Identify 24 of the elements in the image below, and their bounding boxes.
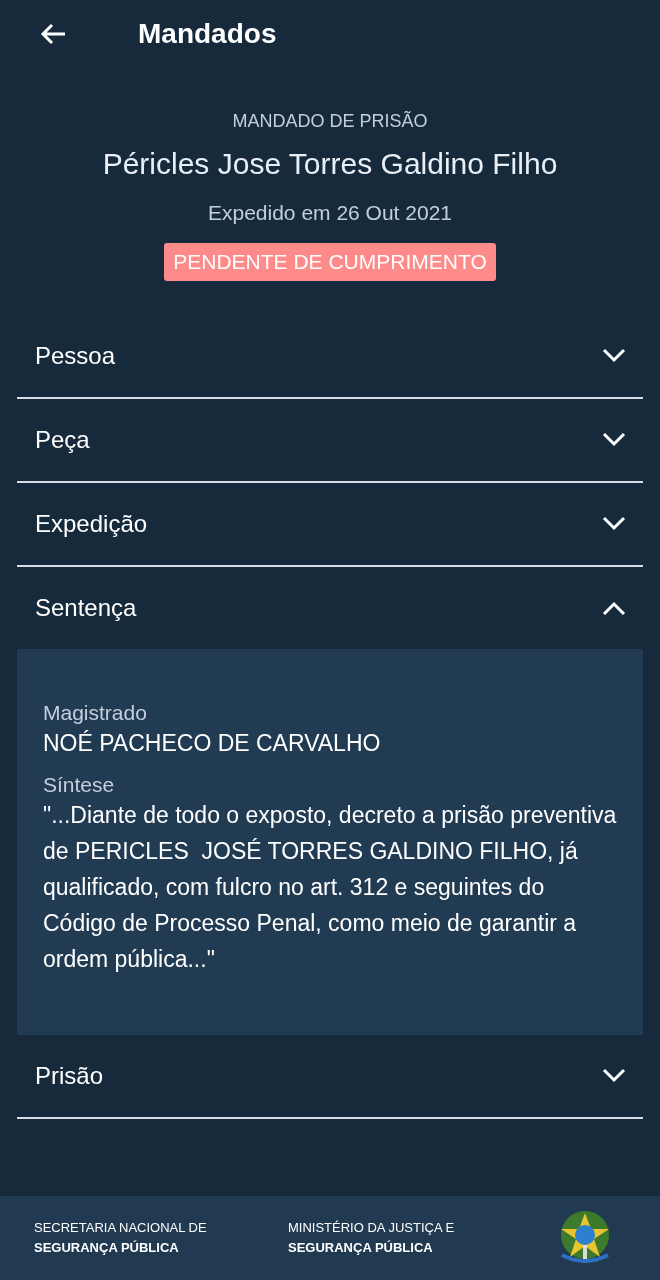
chevron-down-icon	[602, 516, 626, 532]
chevron-up-icon	[602, 600, 626, 616]
field-value: NOÉ PACHECO DE CARVALHO	[43, 729, 382, 758]
section-header[interactable]: Prisão	[17, 1035, 643, 1117]
warrant-type: MANDADO DE PRISÃO	[232, 111, 428, 132]
org-name: SECRETARIA NACIONAL DE	[34, 1219, 208, 1237]
field-label: Magistrado	[43, 701, 148, 725]
chevron-down-icon	[602, 348, 626, 364]
org-name: MINISTÉRIO DA JUSTIÇA E	[288, 1219, 456, 1237]
section-header[interactable]: Peça	[17, 399, 643, 481]
section-header[interactable]: Expedição	[17, 483, 643, 565]
chevron-down-icon	[602, 1068, 626, 1084]
person-name: Péricles Jose Torres Galdino Filho	[102, 147, 558, 181]
org-name: SEGURANÇA PÚBLICA	[34, 1239, 180, 1257]
status-badge: PENDENTE DE CUMPRIMENTO	[164, 243, 496, 281]
org-name: SEGURANÇA PÚBLICA	[288, 1239, 434, 1257]
section-header[interactable]: Sentença	[17, 567, 643, 649]
issue-date: Expedido em 26 Out 2021	[208, 201, 452, 225]
chevron-down-icon	[602, 432, 626, 448]
screen-title: Mandados	[138, 18, 277, 50]
field-value: "...Diante de todo o exposto, decreto a prisão preventiva de PERICLES JOSÉ TORRES GALDINO FILHO, já qualificado, com fulcro no art. 312 e seguintes do Código de Processo Penal, como meio de garantir a ordem pública..."	[43, 801, 617, 974]
field-label: Síntese	[43, 773, 116, 797]
back-arrow-icon[interactable]	[39, 22, 67, 46]
section-header[interactable]: Pessoa	[17, 315, 643, 397]
